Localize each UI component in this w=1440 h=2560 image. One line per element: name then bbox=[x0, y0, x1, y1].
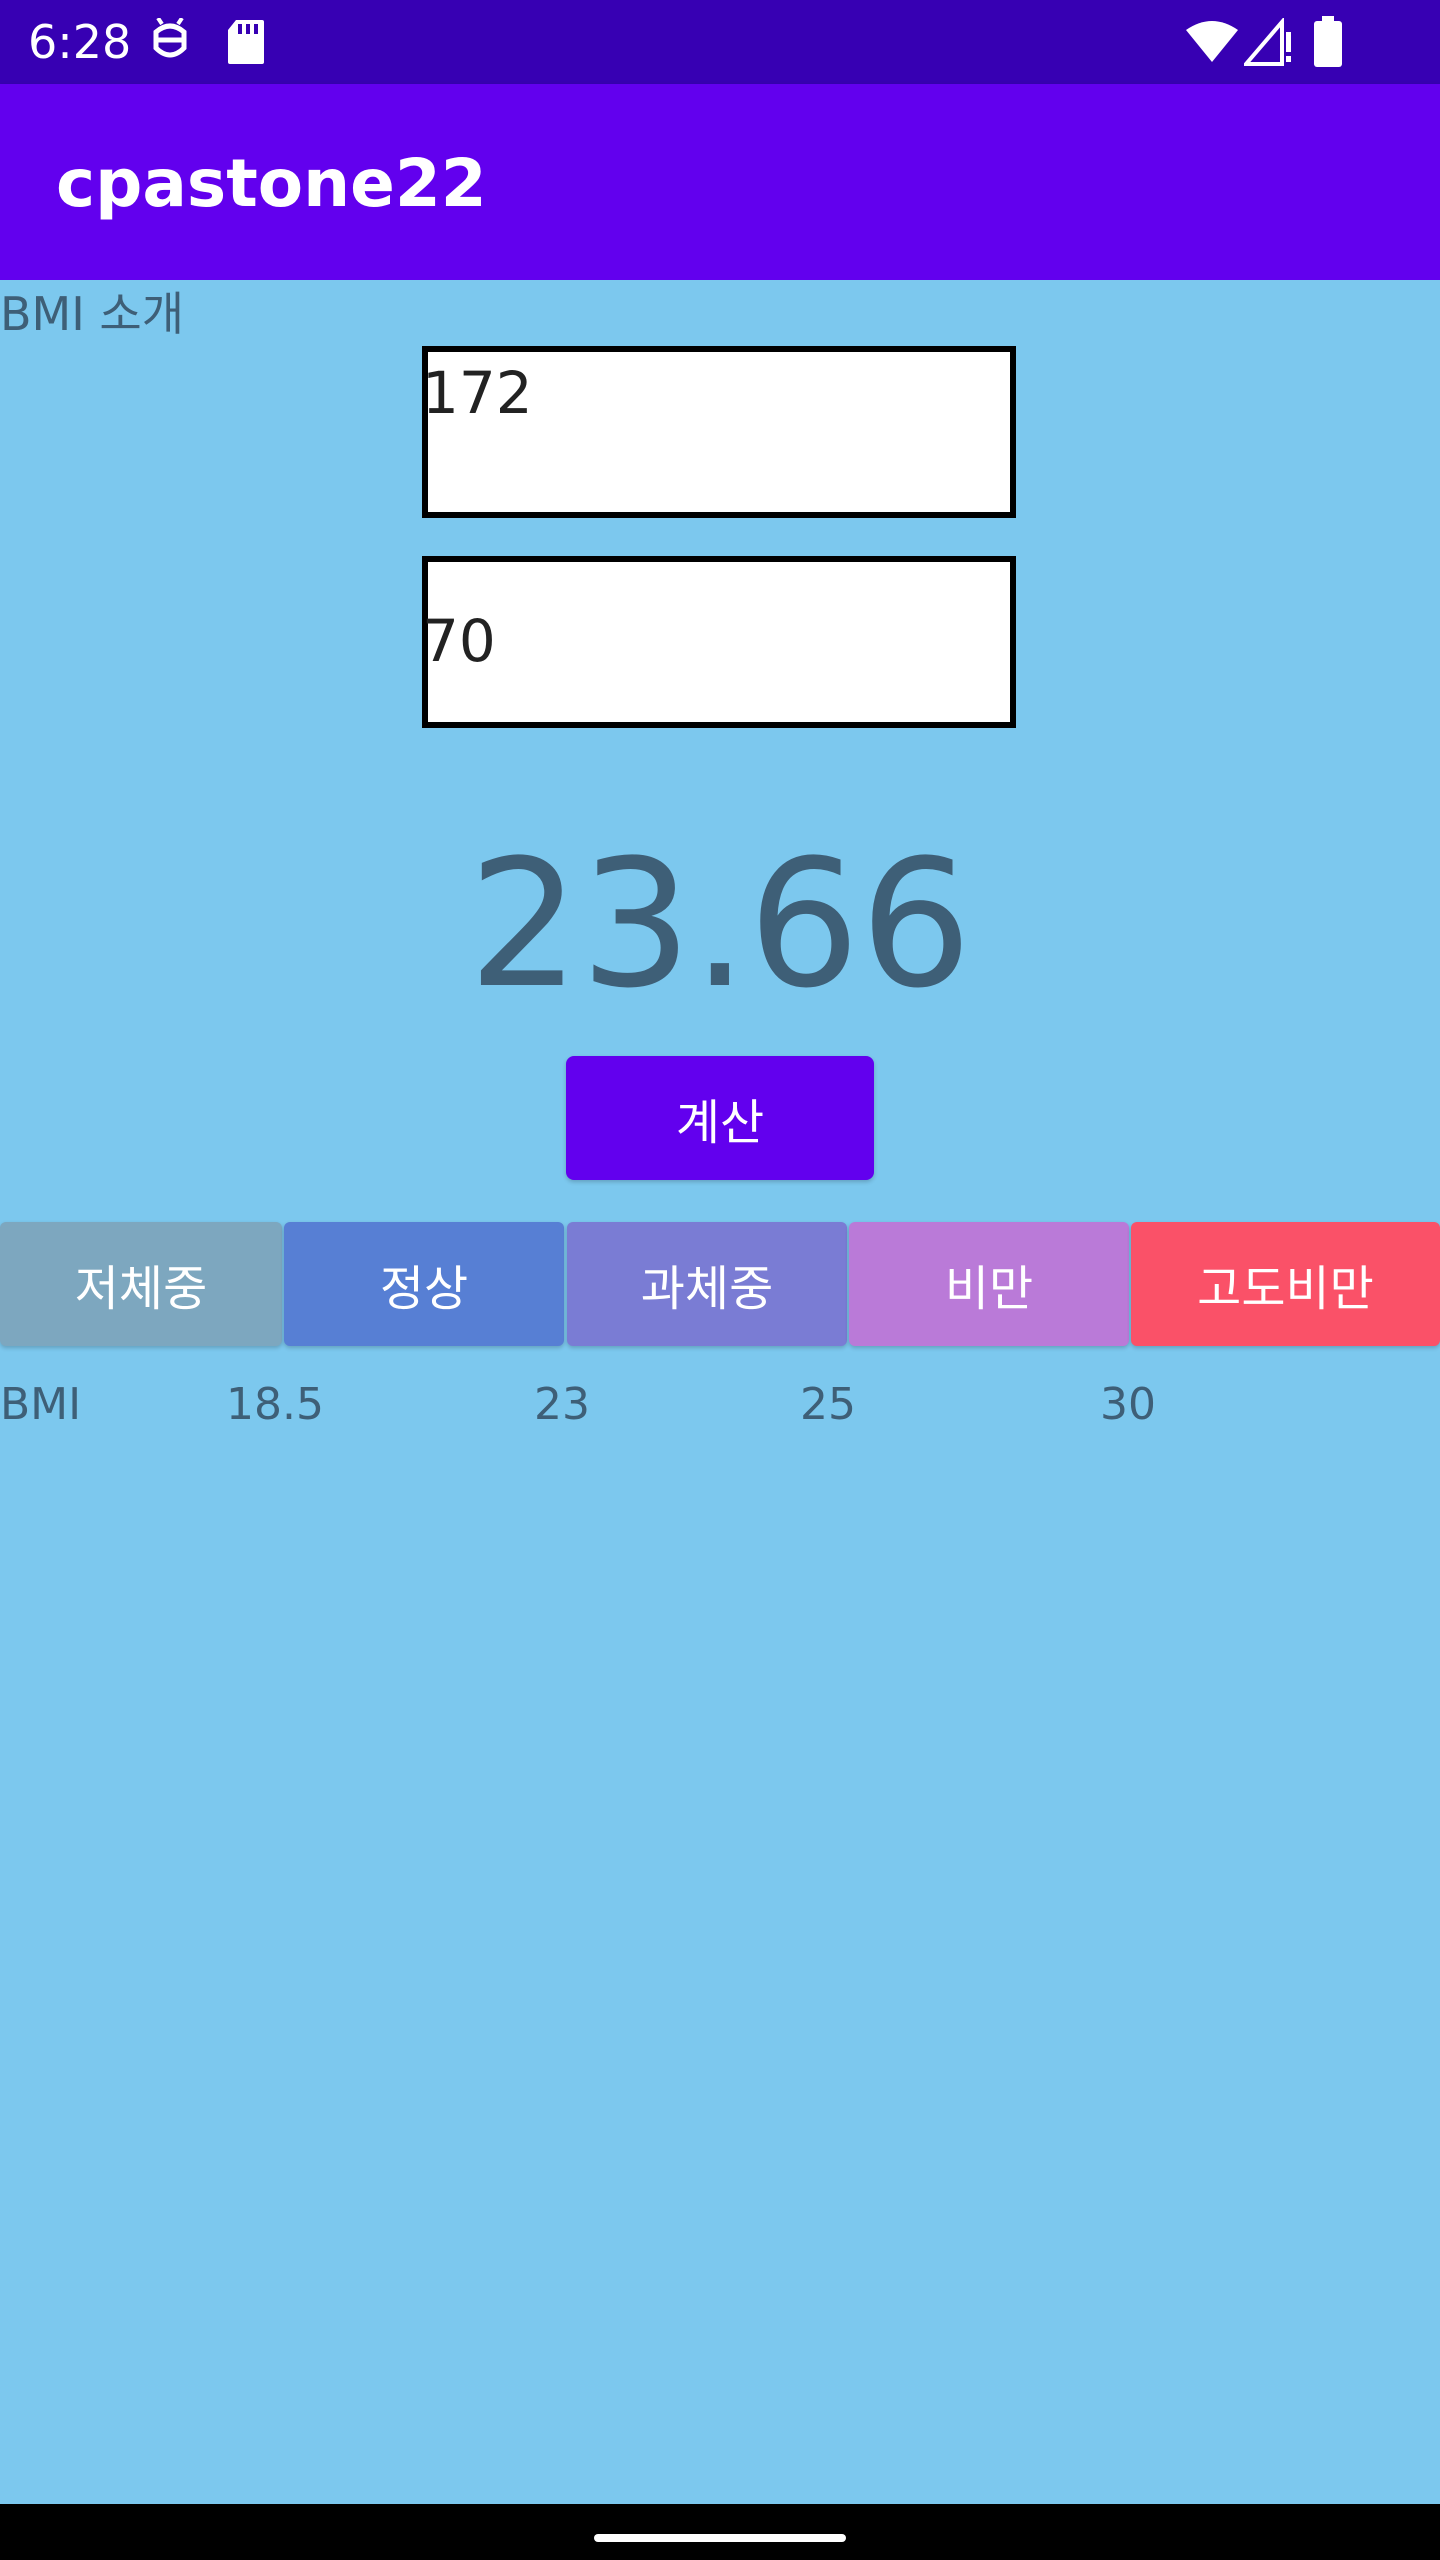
navigation-bar bbox=[0, 2504, 1440, 2560]
app-bar: cpastone22 bbox=[0, 84, 1440, 280]
weight-input[interactable]: 70 bbox=[422, 556, 1016, 728]
status-bar: 6:28 bbox=[0, 0, 1440, 84]
bmi-threshold-23: 23 bbox=[534, 1379, 590, 1430]
bmi-scale-label: BMI bbox=[0, 1379, 82, 1430]
bmi-threshold-25: 25 bbox=[800, 1379, 856, 1430]
bmi-threshold-30: 30 bbox=[1100, 1379, 1156, 1430]
bmi-intro-link[interactable]: BMI 소개 bbox=[0, 286, 184, 342]
category-normal-button[interactable]: 정상 bbox=[284, 1222, 564, 1346]
weight-input-value: 70 bbox=[422, 607, 496, 675]
category-underweight-button[interactable]: 저체중 bbox=[0, 1222, 282, 1346]
bmi-result: 23.66 bbox=[468, 822, 972, 1027]
category-obese-button[interactable]: 비만 bbox=[849, 1222, 1129, 1346]
bmi-threshold-18-5: 18.5 bbox=[226, 1379, 324, 1430]
height-input[interactable]: 172 bbox=[422, 346, 1016, 518]
calculate-button[interactable]: 계산 bbox=[566, 1056, 874, 1180]
sd-card-icon bbox=[226, 18, 266, 70]
home-gesture-handle[interactable] bbox=[594, 2534, 846, 2542]
height-input-value: 172 bbox=[422, 359, 533, 427]
main-content: BMI 소개 172 70 23.66 계산 저체중 정상 과체중 비만 고도비… bbox=[0, 280, 1440, 2504]
signal-icon bbox=[1241, 16, 1294, 70]
app-title: cpastone22 bbox=[56, 145, 487, 222]
battery-icon bbox=[1312, 16, 1344, 72]
category-overweight-button[interactable]: 과체중 bbox=[567, 1222, 847, 1346]
status-time: 6:28 bbox=[28, 15, 132, 69]
wifi-icon bbox=[1184, 20, 1240, 68]
weight-input-box[interactable] bbox=[422, 556, 1016, 728]
robot-icon bbox=[148, 16, 192, 70]
category-severely-obese-button[interactable]: 고도비만 bbox=[1131, 1222, 1440, 1346]
